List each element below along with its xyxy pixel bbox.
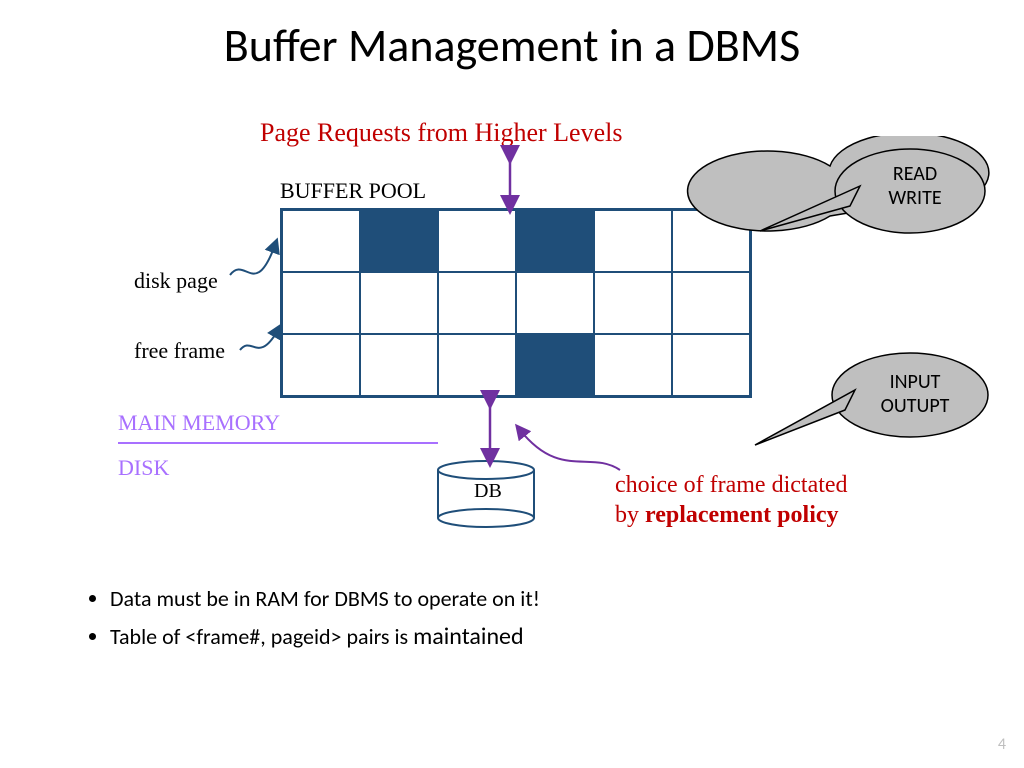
read-write-callout-text: READ WRITE (870, 162, 960, 210)
memory-disk-divider (118, 442, 438, 444)
callout-input: INPUT (890, 370, 941, 394)
choice-line2-prefix: by (615, 502, 645, 528)
slide: Buffer Management in a DBMS Page Request… (0, 0, 1024, 768)
grid-cell (438, 272, 516, 334)
grid-cell (282, 272, 360, 334)
disk-label: DISK (118, 455, 169, 481)
bullet2-b: maintained (413, 622, 523, 651)
bullet-item: Table of <frame#, pageid> pairs is maint… (110, 622, 540, 651)
replacement-policy-text: choice of frame dictated by replacement … (615, 470, 848, 530)
page-number: 4 (998, 735, 1006, 754)
choice-line2-bold: replacement policy (645, 502, 839, 528)
grid-cell-filled (516, 210, 594, 272)
callout-output: OUTUPT (881, 394, 950, 418)
grid-cell (282, 334, 360, 396)
main-memory-label: MAIN MEMORY (118, 410, 280, 436)
choice-line1: choice of frame dictated (615, 472, 848, 498)
grid-cell (360, 272, 438, 334)
grid-cell (438, 210, 516, 272)
callout-read: READ (893, 162, 937, 186)
grid-cell-filled (360, 210, 438, 272)
arrow-free-frame (240, 330, 278, 350)
grid-cell (438, 334, 516, 396)
free-frame-label: free frame (134, 338, 225, 364)
slide-title: Buffer Management in a DBMS (0, 18, 1024, 74)
disk-page-label: disk page (134, 268, 218, 294)
grid-cell-filled (516, 334, 594, 396)
grid-cell (672, 272, 750, 334)
grid-cell (594, 272, 672, 334)
grid-cell (282, 210, 360, 272)
buffer-pool-label: BUFFER POOL (280, 178, 426, 204)
db-label: DB (474, 480, 502, 503)
input-output-callout-text: INPUT OUTUPT (870, 370, 960, 418)
grid-cell (360, 334, 438, 396)
arrow-disk-page (230, 245, 275, 275)
bullet-list: Data must be in RAM for DBMS to operate … (70, 585, 540, 661)
bullet2-a: Table of <frame#, pageid> pairs is (110, 623, 413, 650)
page-requests-label: Page Requests from Higher Levels (260, 118, 622, 148)
bullet-item: Data must be in RAM for DBMS to operate … (110, 585, 540, 612)
callout-write: WRITE (888, 186, 941, 210)
grid-cell (516, 272, 594, 334)
